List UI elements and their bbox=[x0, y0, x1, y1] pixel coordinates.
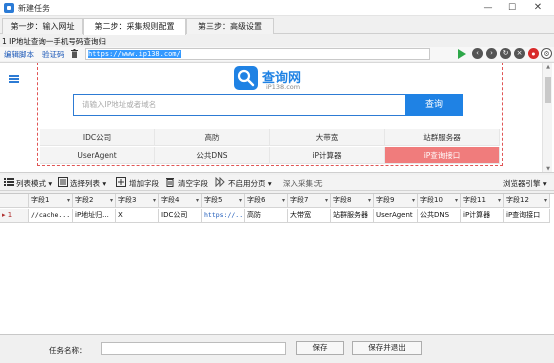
list-mode-icon bbox=[4, 178, 14, 186]
site-link[interactable]: 公共DNS bbox=[155, 147, 270, 164]
row-header[interactable]: ▸ 1 bbox=[0, 209, 29, 223]
tab-step-3[interactable]: 第三步：高级设置 bbox=[186, 18, 274, 34]
refresh-icon[interactable]: ↻ bbox=[500, 48, 511, 59]
grid-cell[interactable]: UserAgent bbox=[374, 209, 418, 223]
forward-icon[interactable]: › bbox=[486, 48, 497, 59]
grid-cell[interactable]: 站群服务器 bbox=[331, 209, 374, 223]
browser-engine-dropdown[interactable]: 浏览器引擎 ▾ bbox=[503, 178, 547, 189]
site-link[interactable]: iP计算器 bbox=[270, 147, 385, 164]
grid-cell[interactable]: 公共DNS bbox=[418, 209, 461, 223]
close-button[interactable]: ✕ bbox=[526, 0, 550, 16]
column-header[interactable]: 字段12 ▾ bbox=[504, 194, 550, 208]
scroll-down-icon[interactable]: ▼ bbox=[545, 166, 551, 172]
site-logo-icon[interactable] bbox=[234, 66, 258, 90]
scroll-up-icon[interactable]: ▲ bbox=[545, 64, 551, 70]
grid-cell[interactable]: 大带宽 bbox=[288, 209, 331, 223]
menu-icon[interactable] bbox=[9, 75, 19, 83]
grid-cell[interactable]: X bbox=[116, 209, 159, 223]
stop-icon[interactable]: × bbox=[514, 48, 525, 59]
grid-cell[interactable]: https://... bbox=[202, 209, 245, 223]
ip-search-input[interactable]: 请输入IP地址或者域名 bbox=[73, 94, 405, 116]
scroll-thumb[interactable] bbox=[545, 77, 551, 103]
clear-fields-icon bbox=[166, 178, 174, 187]
list-mode-dropdown[interactable]: 列表模式 ▾ bbox=[16, 178, 52, 189]
column-header[interactable]: 字段11 ▾ bbox=[461, 194, 504, 208]
column-header[interactable]: 字段5 ▾ bbox=[202, 194, 245, 208]
grid-cell[interactable]: //cache... bbox=[29, 209, 73, 223]
step-tabs: 第一步：输入网址 第二步：采集规则配置 第三步：高级设置 bbox=[0, 16, 554, 35]
select-list-dropdown[interactable]: 选择列表 ▾ bbox=[70, 178, 106, 189]
paging-dropdown[interactable]: 不启用分页 ▾ bbox=[228, 178, 272, 189]
column-header[interactable]: 字段8 ▾ bbox=[331, 194, 374, 208]
grid-cell[interactable]: IDC公司 bbox=[159, 209, 202, 223]
back-icon[interactable]: ‹ bbox=[472, 48, 483, 59]
browser-scrollbar[interactable]: ▲ ▼ bbox=[542, 63, 552, 172]
captcha-link[interactable]: 验证码 bbox=[42, 49, 65, 60]
select-list-icon bbox=[58, 177, 68, 187]
maximize-button[interactable]: ☐ bbox=[500, 0, 524, 16]
grid-cell[interactable]: iP查询接口 bbox=[504, 209, 550, 223]
column-header[interactable]: 字段3 ▾ bbox=[116, 194, 159, 208]
title-bar: 新建任务 — ☐ ✕ bbox=[0, 0, 554, 16]
save-and-exit-button[interactable]: 保存并退出 bbox=[352, 341, 422, 355]
site-link[interactable]: 站群服务器 bbox=[385, 129, 500, 146]
site-link[interactable]: IDC公司 bbox=[40, 129, 155, 146]
record-icon[interactable]: ● bbox=[528, 48, 539, 59]
browser-viewport[interactable]: 查询网 iP138.com 请输入IP地址或者域名 查询 IDC公司 高防 大带… bbox=[0, 62, 554, 173]
minimize-button[interactable]: — bbox=[476, 0, 500, 16]
url-list-caption: 1 IP地址查询一手机号码查询归 bbox=[2, 37, 106, 46]
column-header[interactable]: 字段7 ▾ bbox=[288, 194, 331, 208]
script-toolbar: 编辑脚本 验证码 https://www.ip138.com/ ‹ › ↻ × … bbox=[0, 47, 554, 61]
grid-corner bbox=[0, 194, 29, 208]
deep-collect-value[interactable]: 无 bbox=[315, 178, 323, 189]
query-button[interactable]: 查询 bbox=[405, 94, 463, 116]
site-link[interactable]: UserAgent bbox=[40, 147, 155, 164]
site-link[interactable]: 高防 bbox=[155, 129, 270, 146]
site-logo-subtitle: iP138.com bbox=[266, 83, 301, 91]
bottom-bar: 任务名称： 保存 保存并退出 bbox=[0, 336, 554, 363]
app-icon bbox=[4, 3, 14, 13]
paging-icon bbox=[215, 177, 225, 187]
trash-icon[interactable] bbox=[71, 49, 78, 58]
grid-cell[interactable]: 高防 bbox=[245, 209, 288, 223]
field-toolbar: 列表模式 ▾ 选择列表 ▾ 增加字段 清空字段 不启用分页 ▾ 深入采集： 无 … bbox=[0, 175, 554, 191]
column-header[interactable]: 字段2 ▾ bbox=[73, 194, 116, 208]
grid-cell[interactable]: iP计算器 bbox=[461, 209, 504, 223]
add-field-button[interactable]: 增加字段 bbox=[129, 178, 159, 189]
column-header[interactable]: 字段6 ▾ bbox=[245, 194, 288, 208]
add-field-icon bbox=[116, 177, 126, 187]
clear-fields-button[interactable]: 清空字段 bbox=[178, 178, 208, 189]
save-button[interactable]: 保存 bbox=[296, 341, 344, 355]
tab-step-2[interactable]: 第二步：采集规则配置 bbox=[83, 18, 186, 35]
edit-script-link[interactable]: 编辑脚本 bbox=[4, 49, 34, 60]
window-title: 新建任务 bbox=[18, 4, 50, 13]
grid-cell[interactable]: iP地址归... bbox=[73, 209, 116, 223]
run-icon[interactable] bbox=[458, 49, 466, 59]
column-header[interactable]: 字段10 ▾ bbox=[418, 194, 461, 208]
site-link[interactable]: 大带宽 bbox=[270, 129, 385, 146]
column-header[interactable]: 字段4 ▾ bbox=[159, 194, 202, 208]
task-name-label: 任务名称： bbox=[49, 346, 87, 355]
field-grid: ▸ 1 字段1 ▾ 字段2 ▾ 字段3 ▾ 字段4 ▾ 字段5 ▾ 字段6 ▾ 字段7 ▾ 字… bbox=[0, 193, 554, 335]
task-name-input[interactable] bbox=[101, 342, 286, 355]
column-header[interactable]: 字段1 ▾ bbox=[29, 194, 73, 208]
site-link-grid: IDC公司 高防 大带宽 站群服务器 UserAgent 公共DNS iP计算器… bbox=[40, 129, 500, 165]
settings-icon[interactable]: ⚙ bbox=[541, 48, 552, 59]
site-link-highlighted[interactable]: iP查询接口 bbox=[385, 147, 500, 164]
url-input[interactable]: https://www.ip138.com/ bbox=[85, 48, 430, 60]
column-header[interactable]: 字段9 ▾ bbox=[374, 194, 418, 208]
tab-step-1[interactable]: 第一步：输入网址 bbox=[2, 18, 83, 34]
